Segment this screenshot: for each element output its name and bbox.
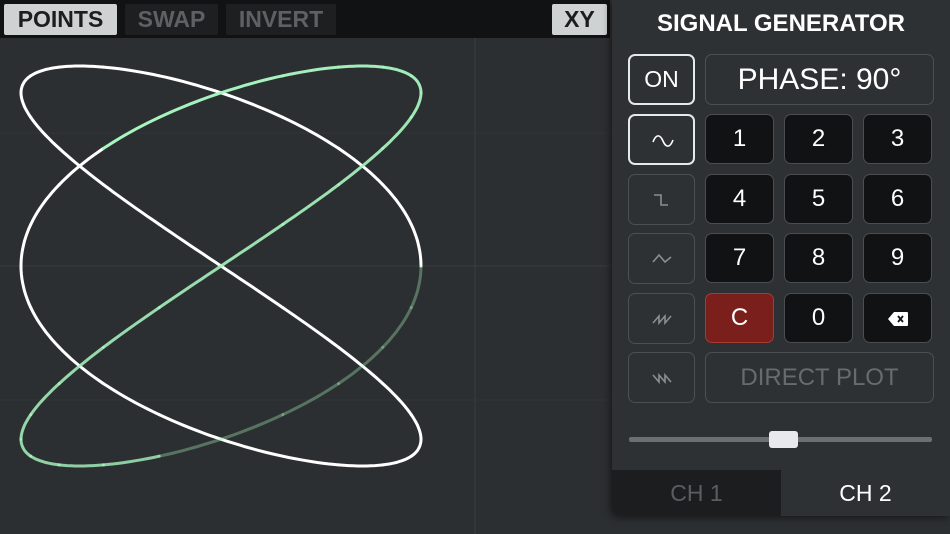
trace-segment [381, 306, 413, 349]
tab-ch2[interactable]: CH 2 [781, 470, 950, 516]
trace-segment [19, 264, 33, 310]
trace-segment [381, 382, 413, 417]
triangle-wave-icon [652, 253, 672, 264]
sawtooth-down-icon [652, 372, 672, 385]
trace-segment [157, 437, 223, 458]
key-1[interactable]: 1 [705, 114, 774, 164]
sawtooth-up-button[interactable] [628, 293, 695, 344]
sine-wave-icon [652, 135, 674, 147]
trace-segment [101, 65, 161, 78]
trace-segment [29, 183, 61, 226]
trace-segment [57, 64, 105, 69]
square-wave-icon [654, 194, 668, 206]
trace-segment [409, 222, 423, 268]
sine-wave-button[interactable] [628, 114, 695, 165]
trace-segment [29, 454, 61, 467]
xy-button[interactable]: XY [552, 4, 607, 35]
trace-segment [157, 74, 223, 95]
trace-segment [29, 65, 61, 78]
trace-segment [19, 74, 33, 95]
trace-segment [219, 437, 285, 458]
points-button[interactable]: POINTS [4, 4, 117, 35]
triangle-wave-button[interactable] [628, 233, 695, 284]
tab-ch1[interactable]: CH 1 [612, 470, 781, 516]
trace-segment [409, 91, 423, 119]
key-8[interactable]: 8 [784, 233, 853, 283]
trace-segment [337, 463, 385, 468]
trace-segment [409, 437, 423, 458]
trace-segment [19, 413, 33, 441]
trace-segment [101, 306, 161, 349]
trace-segment [157, 264, 223, 310]
square-wave-button[interactable] [628, 174, 695, 225]
trace-segment [101, 382, 161, 417]
phase-display: PHASE: 90° [705, 54, 934, 105]
on-button[interactable]: ON [628, 54, 695, 105]
trace-segment [219, 413, 285, 441]
trace-segment [219, 91, 285, 119]
direct-plot-button[interactable]: DIRECT PLOT [705, 352, 934, 403]
trace-segment [57, 463, 105, 468]
trace-segment [381, 183, 413, 226]
key-2[interactable]: 2 [784, 114, 853, 164]
trace-segment [101, 183, 161, 226]
trace-segment [409, 264, 423, 310]
trace-segment [337, 64, 385, 69]
trace-segment [219, 222, 285, 268]
panel-title: SIGNAL GENERATOR [656, 10, 906, 37]
signal-generator-panel: SIGNAL GENERATOR ON PHASE: 90° 1 2 3 4 5… [612, 0, 950, 516]
key-5[interactable]: 5 [784, 174, 853, 224]
trace-segment [381, 65, 413, 78]
trace-segment [157, 413, 223, 441]
trace-segment [281, 306, 341, 349]
trace-segment [281, 454, 341, 467]
trace-segment [19, 91, 33, 119]
trace-segment [19, 222, 33, 268]
sawtooth-down-button[interactable] [628, 352, 695, 403]
trace-segment [157, 91, 223, 119]
trace-segment [281, 382, 341, 417]
key-6[interactable]: 6 [863, 174, 932, 224]
trace-segment [409, 74, 423, 95]
trace-segment [157, 222, 223, 268]
swap-button[interactable]: SWAP [125, 4, 218, 35]
key-9[interactable]: 9 [863, 233, 932, 283]
backspace-icon [888, 312, 908, 326]
trace-segment [29, 306, 61, 349]
trace-segment [19, 437, 33, 458]
trace-segment [281, 183, 341, 226]
trace-segment [29, 382, 61, 417]
clear-button[interactable]: C [705, 293, 774, 343]
trace-segment [219, 74, 285, 95]
trace-segment [281, 65, 341, 78]
key-0[interactable]: 0 [784, 293, 853, 343]
backspace-button[interactable] [863, 293, 932, 343]
sawtooth-up-icon [652, 313, 672, 326]
key-3[interactable]: 3 [863, 114, 932, 164]
trace-segment [381, 454, 413, 467]
invert-button[interactable]: INVERT [226, 4, 336, 35]
amplitude-slider-thumb[interactable] [769, 431, 798, 448]
trace-segment [219, 264, 285, 310]
key-7[interactable]: 7 [705, 233, 774, 283]
trace-segment [101, 454, 161, 467]
trace-segment [409, 413, 423, 441]
key-4[interactable]: 4 [705, 174, 774, 224]
